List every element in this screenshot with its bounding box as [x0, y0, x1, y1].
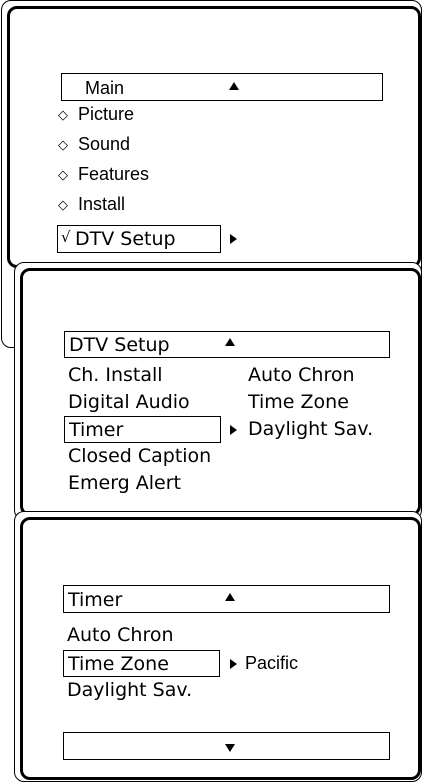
submenu-item-time-zone: Time Zone [248, 391, 349, 413]
timer-header[interactable]: Timer [63, 585, 390, 613]
main-menu-title: Main [85, 78, 125, 98]
menu-item-timer[interactable]: Timer [64, 416, 221, 443]
dtv-setup-title: DTV Setup [69, 334, 170, 356]
submenu-arrow-icon [230, 659, 237, 669]
submenu-item-auto-chron: Auto Chron [248, 364, 355, 386]
main-menu-panel: Main ◇ Picture ◇ Sound ◇ Features ◇ Inst… [7, 6, 421, 268]
diamond-icon: ◇ [58, 167, 68, 182]
scroll-up-arrow-icon [225, 338, 235, 346]
timer-panel: Timer Auto Chron Time Zone Pacific Dayli… [20, 517, 421, 780]
scroll-up-arrow-icon [229, 82, 239, 90]
menu-item-auto-chron[interactable]: Auto Chron [67, 626, 174, 645]
menu-item-daylight-sav[interactable]: Daylight Sav. [67, 681, 192, 700]
menu-item-install[interactable]: Install [78, 195, 125, 213]
menu-item-picture[interactable]: Picture [78, 105, 134, 123]
checkmark-icon: √ [61, 228, 71, 246]
timer-title: Timer [68, 589, 123, 611]
menu-item-sound[interactable]: Sound [78, 135, 130, 153]
menu-item-timer-label: Timer [69, 419, 124, 441]
submenu-arrow-icon [230, 234, 237, 244]
menu-item-dtv-setup-label: DTV Setup [75, 228, 176, 250]
menu-item-dtv-setup[interactable]: √ DTV Setup [57, 225, 221, 253]
diamond-icon: ◇ [58, 137, 68, 152]
dtv-setup-panel: DTV Setup Ch. Install Digital Audio Time… [20, 268, 421, 516]
menu-item-time-zone[interactable]: Time Zone [63, 650, 220, 677]
submenu-item-daylight-sav: Daylight Sav. [248, 418, 374, 440]
menu-item-ch-install[interactable]: Ch. Install [68, 366, 163, 385]
menu-item-closed-caption[interactable]: Closed Caption [68, 447, 211, 466]
menu-item-features[interactable]: Features [78, 165, 149, 183]
scroll-down-bar[interactable] [63, 732, 390, 760]
diamond-icon: ◇ [58, 107, 68, 122]
scroll-up-arrow-icon [225, 593, 235, 601]
menu-item-time-zone-label: Time Zone [68, 653, 169, 675]
main-menu-header[interactable]: Main [61, 73, 383, 101]
submenu-arrow-icon [230, 425, 237, 435]
menu-item-emerg-alert[interactable]: Emerg Alert [68, 474, 181, 493]
scroll-down-arrow-icon [225, 744, 235, 752]
dtv-setup-header[interactable]: DTV Setup [64, 331, 390, 358]
time-zone-value: Pacific [245, 653, 299, 673]
menu-item-digital-audio[interactable]: Digital Audio [68, 393, 190, 412]
diamond-icon: ◇ [58, 197, 68, 212]
